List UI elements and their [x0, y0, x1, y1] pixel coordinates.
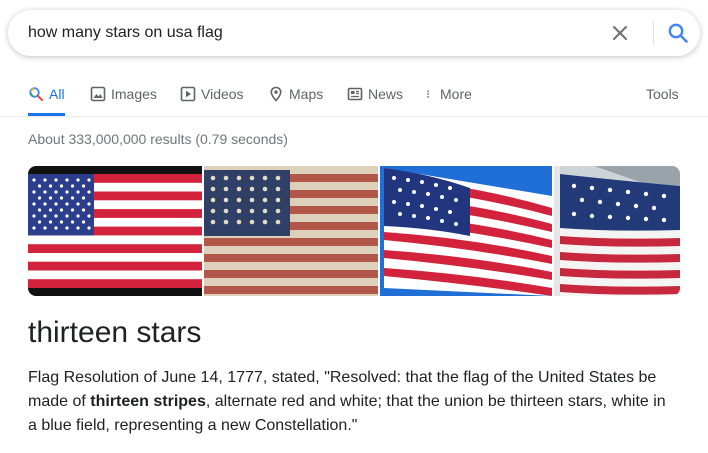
search-icon [668, 23, 688, 43]
tab-all[interactable]: All [28, 80, 65, 116]
image-carousel [28, 166, 680, 296]
play-icon [180, 86, 196, 102]
tab-more[interactable]: More [425, 80, 472, 116]
search-icon [29, 87, 43, 101]
search-tabs: All Images Videos Maps News More Tools [0, 80, 708, 117]
search-input[interactable] [28, 22, 588, 44]
us-flag-image [28, 166, 202, 296]
tab-label: Videos [201, 86, 244, 102]
search-button[interactable] [667, 22, 689, 44]
us-flag-waving-image [380, 166, 552, 296]
news-icon [347, 87, 363, 101]
image-thumbnail-us-flag-flat[interactable] [28, 166, 202, 296]
tab-label: News [368, 86, 404, 102]
featured-answer-title: thirteen stars [28, 316, 202, 349]
tab-label: Maps [289, 86, 324, 102]
image-thumbnail-us-flag-vintage[interactable] [204, 166, 378, 296]
tab-maps[interactable]: Maps [268, 80, 323, 116]
result-stats: About 333,000,000 results (0.79 seconds) [28, 131, 288, 147]
tab-images[interactable]: Images [90, 80, 157, 116]
tab-label: More [440, 86, 472, 102]
featured-snippet-text: Flag Resolution of June 14, 1777, stated… [28, 366, 678, 438]
map-pin-icon [270, 86, 282, 102]
tab-label: Images [111, 86, 157, 102]
search-bar [8, 10, 700, 56]
close-icon [612, 25, 628, 41]
search-bar-divider [653, 21, 654, 45]
image-icon [90, 86, 106, 102]
us-flag-building-image [554, 166, 680, 296]
tools-button[interactable]: Tools [646, 80, 679, 116]
tab-label: All [49, 86, 65, 102]
image-thumbnail-us-flag-building[interactable] [554, 166, 680, 296]
clear-search-button[interactable] [610, 23, 630, 43]
tabs-divider [0, 116, 708, 117]
tab-videos[interactable]: Videos [180, 80, 244, 116]
image-thumbnail-us-flag-waving[interactable] [380, 166, 552, 296]
tools-label: Tools [646, 86, 679, 102]
us-flag-vintage-image [204, 166, 378, 296]
tab-news[interactable]: News [347, 80, 403, 116]
snippet-highlight: thirteen stripes [90, 393, 206, 410]
more-vert-icon [427, 90, 429, 98]
